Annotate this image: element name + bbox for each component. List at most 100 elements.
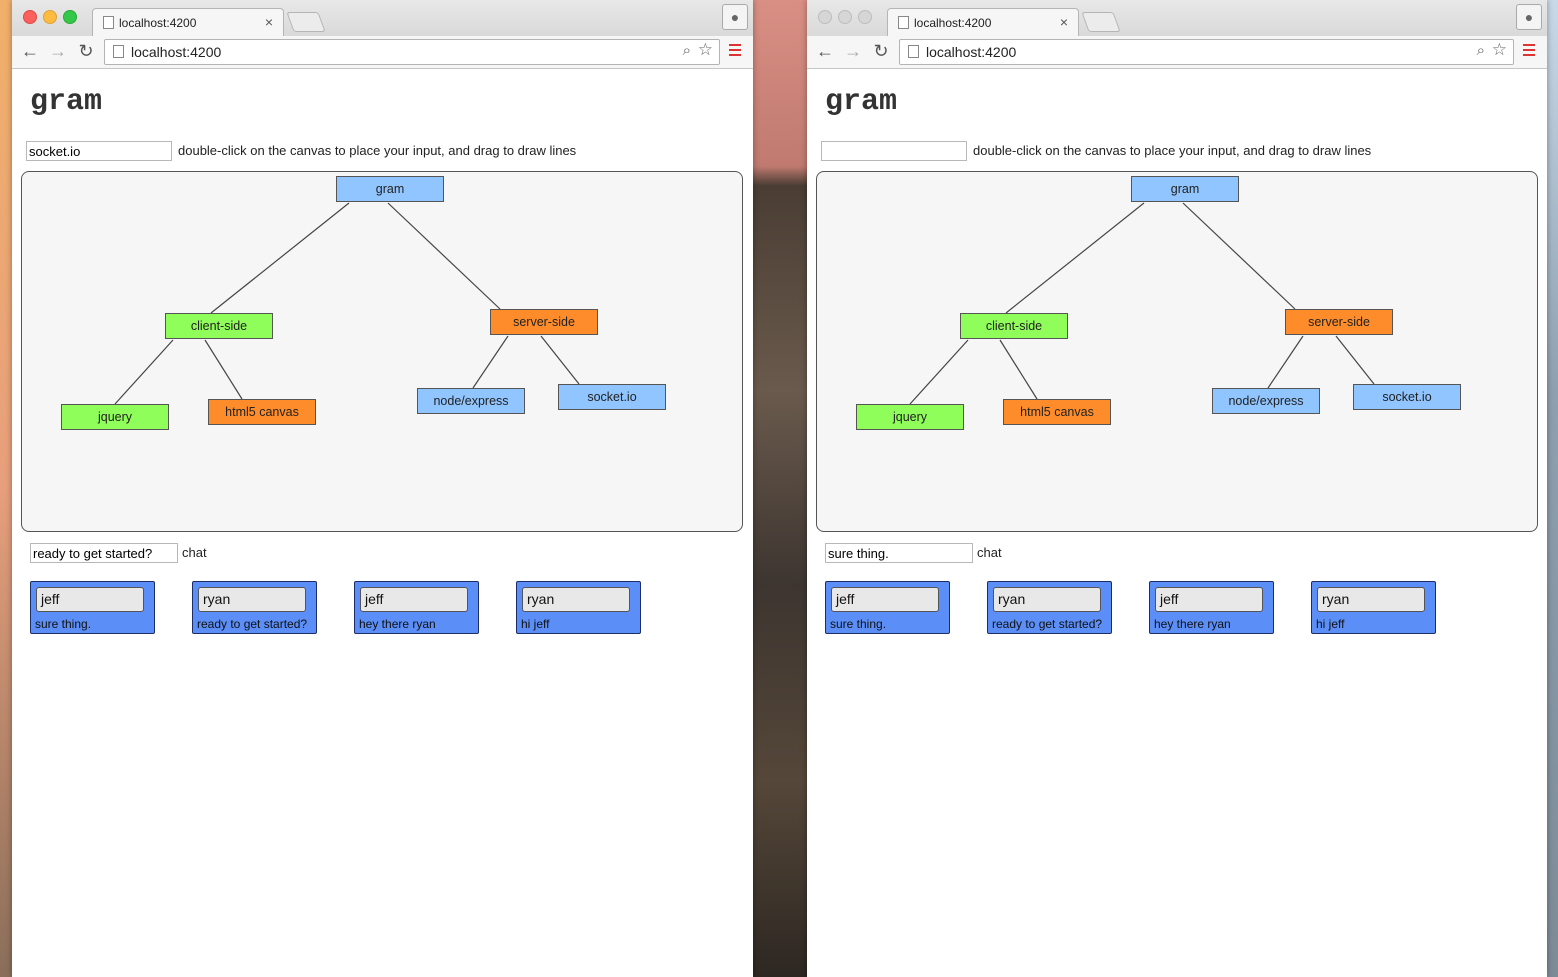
message-author: ryan — [993, 587, 1101, 612]
edge-layer — [114, 202, 580, 405]
chat-message: jeff hey there ryan — [354, 581, 479, 634]
message-text: hi jeff — [521, 617, 550, 631]
tab-title: localhost:4200 — [119, 16, 197, 30]
document-icon — [898, 16, 909, 29]
back-icon[interactable]: ← — [814, 40, 836, 62]
chat-input[interactable] — [30, 543, 178, 563]
forward-icon[interactable]: → — [842, 40, 864, 62]
tab-localhost[interactable]: localhost:4200 × — [92, 8, 284, 37]
app-title: gram — [825, 85, 898, 119]
zoom-window-button[interactable] — [63, 10, 77, 24]
profile-icon[interactable]: ● — [1516, 4, 1542, 30]
edge-gram-server — [387, 202, 501, 310]
page-content: gram double-click on the canvas to place… — [12, 69, 753, 977]
instruction-text: double-click on the canvas to place your… — [973, 143, 1372, 158]
graph-node-server[interactable]: server-side — [490, 309, 598, 335]
app-title: gram — [30, 85, 103, 119]
address-bar[interactable]: localhost:4200 ⌕ ☆ — [104, 39, 720, 65]
address-url: localhost:4200 — [926, 44, 1017, 60]
graph-node-gram[interactable]: gram — [336, 176, 444, 202]
chat-message: ryan hi jeff — [1311, 581, 1436, 634]
reload-icon[interactable]: ↻ — [75, 40, 97, 62]
profile-icon[interactable]: ● — [722, 4, 748, 30]
graph-node-node[interactable]: node/express — [1212, 388, 1320, 414]
message-author: ryan — [198, 587, 306, 612]
chat-input[interactable] — [825, 543, 973, 563]
edge-server-socket — [540, 335, 580, 385]
page-icon — [113, 45, 124, 58]
chat-message: jeff sure thing. — [30, 581, 155, 634]
zoom-window-button[interactable] — [858, 10, 872, 24]
edge-server-socket — [1335, 335, 1375, 385]
chrome-menu-icon[interactable] — [1523, 44, 1535, 56]
graph-node-jquery[interactable]: jquery — [856, 404, 964, 430]
edge-gram-client — [210, 202, 350, 314]
message-text: hey there ryan — [359, 617, 436, 631]
node-text-input[interactable] — [821, 141, 967, 161]
desktop-background-edge — [1547, 0, 1558, 977]
drawing-canvas[interactable]: gram client-side server-side jquery html5 ca… — [816, 171, 1538, 532]
chat-message: jeff hey there ryan — [1149, 581, 1274, 634]
document-icon — [103, 16, 114, 29]
new-tab-button[interactable] — [1081, 12, 1121, 32]
chat-message: ryan hi jeff — [516, 581, 641, 634]
message-author: ryan — [1317, 587, 1425, 612]
edge-client-jquery — [909, 339, 969, 405]
tab-strip: localhost:4200 × ● — [12, 0, 753, 37]
message-text: sure thing. — [830, 617, 887, 631]
bookmark-star-icon[interactable]: ☆ — [1492, 40, 1507, 60]
drawing-canvas[interactable]: gram client-side server-side jquery html5 ca… — [21, 171, 743, 532]
page-content: gram double-click on the canvas to place… — [807, 69, 1547, 977]
edge-gram-client — [1005, 202, 1145, 314]
address-bar[interactable]: localhost:4200 ⌕ ☆ — [899, 39, 1514, 65]
chat-label: chat — [182, 545, 207, 560]
graph-node-canvas[interactable]: html5 canvas — [1003, 399, 1111, 425]
graph-node-node[interactable]: node/express — [417, 388, 525, 414]
chrome-menu-icon[interactable] — [729, 44, 741, 56]
message-author: jeff — [36, 587, 144, 612]
edge-client-canvas — [999, 339, 1038, 400]
message-author: ryan — [522, 587, 630, 612]
edge-server-node — [472, 335, 509, 389]
browser-toolbar: ← → ↻ localhost:4200 ⌕ ☆ — [12, 36, 753, 69]
back-icon[interactable]: ← — [19, 40, 41, 62]
tab-close-icon[interactable]: × — [265, 14, 273, 30]
browser-window-left: localhost:4200 × ● ← → ↻ localhost:4200 … — [12, 0, 753, 977]
graph-node-canvas[interactable]: html5 canvas — [208, 399, 316, 425]
edge-client-canvas — [204, 339, 243, 400]
new-tab-button[interactable] — [286, 12, 326, 32]
minimize-window-button[interactable] — [43, 10, 57, 24]
bookmark-star-icon[interactable]: ☆ — [698, 40, 713, 60]
browser-window-right: localhost:4200 × ● ← → ↻ localhost:4200 … — [807, 0, 1547, 977]
message-author: jeff — [831, 587, 939, 612]
minimize-window-button[interactable] — [838, 10, 852, 24]
edge-layer — [909, 202, 1375, 405]
reload-icon[interactable]: ↻ — [870, 40, 892, 62]
tab-localhost[interactable]: localhost:4200 × — [887, 8, 1079, 37]
graph-node-client[interactable]: client-side — [960, 313, 1068, 339]
graph-node-socket[interactable]: socket.io — [558, 384, 666, 410]
chat-message: ryan ready to get started? — [987, 581, 1112, 634]
graph-node-client[interactable]: client-side — [165, 313, 273, 339]
browser-toolbar: ← → ↻ localhost:4200 ⌕ ☆ — [807, 36, 1547, 69]
tab-strip: localhost:4200 × ● — [807, 0, 1547, 37]
tab-title: localhost:4200 — [914, 16, 992, 30]
graph-node-socket[interactable]: socket.io — [1353, 384, 1461, 410]
desktop-background — [0, 0, 12, 977]
graph-node-server[interactable]: server-side — [1285, 309, 1393, 335]
graph-node-gram[interactable]: gram — [1131, 176, 1239, 202]
close-window-button[interactable] — [23, 10, 37, 24]
forward-icon[interactable]: → — [47, 40, 69, 62]
page-icon — [908, 45, 919, 58]
graph-node-jquery[interactable]: jquery — [61, 404, 169, 430]
message-text: ready to get started? — [197, 617, 308, 631]
zoom-icon[interactable]: ⌕ — [683, 42, 691, 59]
message-text: sure thing. — [35, 617, 92, 631]
chat-label: chat — [977, 545, 1002, 560]
close-window-button[interactable] — [818, 10, 832, 24]
node-text-input[interactable] — [26, 141, 172, 161]
zoom-icon[interactable]: ⌕ — [1477, 42, 1485, 59]
message-text: ready to get started? — [992, 617, 1103, 631]
tab-close-icon[interactable]: × — [1060, 14, 1068, 30]
chat-message: ryan ready to get started? — [192, 581, 317, 634]
